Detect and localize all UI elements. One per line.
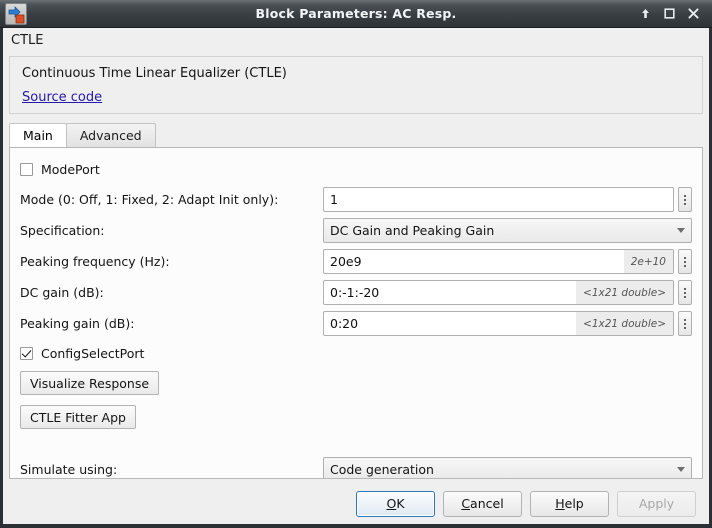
cancel-button-mnemonic: C xyxy=(461,496,471,511)
peaking-frequency-field-wrap: 20e9 2e+10 xyxy=(323,249,692,274)
dc-gain-field-wrap: 0:-1:-20 <1x21 double> xyxy=(323,280,692,305)
mode-more-button[interactable] xyxy=(678,187,692,212)
simulate-using-value: Code generation xyxy=(330,462,434,477)
row-peaking-gain: Peaking gain (dB): 0:20 <1x21 double> xyxy=(20,311,692,336)
row-peaking-frequency: Peaking frequency (Hz): 20e9 2e+10 xyxy=(20,249,692,274)
help-button-rest: elp xyxy=(564,496,584,511)
tab-advanced[interactable]: Advanced xyxy=(65,123,156,147)
tab-strip: Main Advanced xyxy=(9,123,703,147)
dc-gain-hint: <1x21 double> xyxy=(576,281,673,304)
peaking-frequency-input[interactable]: 20e9 2e+10 xyxy=(323,249,674,274)
peaking-frequency-more-button[interactable] xyxy=(678,249,692,274)
row-simulate-using: Simulate using: Code generation xyxy=(20,457,692,479)
specification-label: Specification: xyxy=(20,223,105,238)
mode-input[interactable]: 1 xyxy=(323,187,674,212)
description-text: Continuous Time Linear Equalizer (CTLE) xyxy=(22,66,287,81)
ok-button-mnemonic: O xyxy=(386,496,397,511)
ok-button-rest: K xyxy=(396,496,405,511)
peaking-frequency-label: Peaking frequency (Hz): xyxy=(20,254,170,269)
peaking-gain-field-wrap: 0:20 <1x21 double> xyxy=(323,311,692,336)
block-parameters-dialog: Block Parameters: AC Resp. CTLE Continuo… xyxy=(0,0,712,528)
cancel-button[interactable]: Cancel xyxy=(443,490,522,517)
tab-advanced-label: Advanced xyxy=(79,128,142,143)
peaking-gain-hint: <1x21 double> xyxy=(576,312,673,335)
tab-main-label: Main xyxy=(23,128,53,143)
peaking-gain-more-button[interactable] xyxy=(678,311,692,336)
title-bar[interactable]: Block Parameters: AC Resp. xyxy=(0,0,712,28)
specification-value: DC Gain and Peaking Gain xyxy=(330,223,495,238)
mode-label: Mode (0: Off, 1: Fixed, 2: Adapt Init on… xyxy=(20,192,279,207)
up-arrow-icon[interactable] xyxy=(634,3,656,25)
simulate-using-label: Simulate using: xyxy=(20,462,118,477)
row-mode: Mode (0: Off, 1: Fixed, 2: Adapt Init on… xyxy=(20,187,692,212)
apply-button: Apply xyxy=(617,490,696,517)
dc-gain-input[interactable]: 0:-1:-20 <1x21 double> xyxy=(323,280,674,305)
visualize-response-button[interactable]: Visualize Response xyxy=(20,371,160,395)
dialog-body: Continuous Time Linear Equalizer (CTLE) … xyxy=(0,52,712,485)
modeport-checkbox[interactable] xyxy=(20,162,33,176)
mode-input-value: 1 xyxy=(330,192,338,207)
peaking-gain-value: 0:20 xyxy=(330,316,359,331)
peaking-gain-input[interactable]: 0:20 <1x21 double> xyxy=(323,311,674,336)
help-button-mnemonic: H xyxy=(555,496,565,511)
dc-gain-label: DC gain (dB): xyxy=(20,285,104,300)
maximize-icon[interactable] xyxy=(658,3,680,25)
ctle-fitter-app-button[interactable]: CTLE Fitter App xyxy=(20,405,136,429)
specification-field-wrap: DC Gain and Peaking Gain xyxy=(323,218,692,243)
description-panel: Continuous Time Linear Equalizer (CTLE) … xyxy=(9,56,703,114)
simulate-using-field-wrap: Code generation xyxy=(323,457,692,479)
simulate-using-dropdown[interactable]: Code generation xyxy=(323,457,692,479)
peaking-frequency-value: 20e9 xyxy=(330,254,362,269)
ok-button[interactable]: OK xyxy=(356,490,435,517)
source-code-link[interactable]: Source code xyxy=(22,90,102,105)
configselectport-checkbox[interactable] xyxy=(20,346,33,360)
row-specification: Specification: DC Gain and Peaking Gain xyxy=(20,218,692,243)
dialog-footer: OK Cancel Help Apply xyxy=(0,485,712,528)
tab-main[interactable]: Main xyxy=(9,123,67,147)
specification-dropdown[interactable]: DC Gain and Peaking Gain xyxy=(323,218,692,243)
dc-gain-value: 0:-1:-20 xyxy=(330,285,380,300)
configselectport-label: ConfigSelectPort xyxy=(41,345,145,361)
mode-field-wrap: 1 xyxy=(323,187,692,212)
modeport-checkbox-row[interactable]: ModePort xyxy=(20,158,692,180)
simulink-block-icon xyxy=(5,2,27,25)
block-name-text: CTLE xyxy=(11,32,44,48)
window-title: Block Parameters: AC Resp. xyxy=(255,6,457,21)
tab-panel-main: ModePort Mode (0: Off, 1: Fixed, 2: Adap… xyxy=(9,147,703,480)
modeport-label: ModePort xyxy=(41,161,100,177)
help-button[interactable]: Help xyxy=(530,490,609,517)
peaking-gain-label: Peaking gain (dB): xyxy=(20,316,135,331)
window-controls xyxy=(634,3,712,25)
row-dc-gain: DC gain (dB): 0:-1:-20 <1x21 double> xyxy=(20,280,692,305)
configselectport-checkbox-row[interactable]: ConfigSelectPort xyxy=(20,342,692,364)
cancel-button-rest: ancel xyxy=(470,496,504,511)
chevron-down-icon xyxy=(677,228,685,233)
peaking-frequency-hint: 2e+10 xyxy=(623,250,673,273)
dc-gain-more-button[interactable] xyxy=(678,280,692,305)
panel-spacer xyxy=(20,439,692,449)
close-icon[interactable] xyxy=(682,3,704,25)
block-name-label: CTLE xyxy=(0,28,712,52)
chevron-down-icon xyxy=(677,467,685,472)
